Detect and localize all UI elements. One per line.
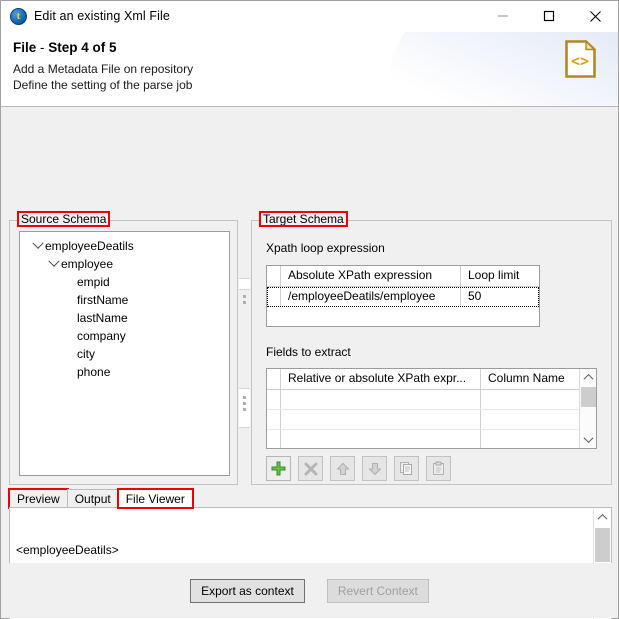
- target-schema-group: Target Schema Xpath loop expression Abso…: [251, 211, 612, 485]
- cell-loop-limit[interactable]: 50: [461, 287, 539, 307]
- dialog-window: t Edit an existing Xml File File - Step …: [0, 0, 619, 619]
- minimize-button[interactable]: [480, 1, 526, 31]
- xml-line: <employeeDeatils>: [16, 543, 119, 557]
- row-gutter: [267, 410, 281, 429]
- row-gutter: [267, 369, 281, 389]
- dialog-footer: Export as context Revert Context: [1, 563, 618, 618]
- target-schema-label: Target Schema: [259, 211, 348, 227]
- dialog-body: Source Schema employeeDeatils employee e…: [1, 107, 618, 619]
- tree-item[interactable]: firstName: [20, 291, 229, 309]
- row-gutter: [267, 266, 281, 286]
- scrollbar-thumb[interactable]: [595, 528, 610, 562]
- header-subtitle-line2: Define the setting of the parse job: [13, 77, 193, 92]
- cell-relative-xpath[interactable]: [281, 410, 481, 429]
- table-row[interactable]: [267, 390, 596, 410]
- tab-output[interactable]: Output: [66, 489, 119, 508]
- tree-item[interactable]: city: [20, 345, 229, 363]
- fields-to-extract-table[interactable]: Relative or absolute XPath expr... Colum…: [266, 368, 597, 449]
- expand-chevron-icon[interactable]: [46, 255, 61, 271]
- row-gutter: [267, 287, 281, 307]
- cell-relative-xpath[interactable]: [281, 390, 481, 409]
- fields-to-extract-label: Fields to extract: [266, 345, 351, 359]
- window-title: Edit an existing Xml File: [34, 9, 170, 23]
- tree-item-label: employee: [61, 257, 114, 271]
- page-title-object: File: [13, 40, 37, 55]
- export-as-context-button[interactable]: Export as context: [190, 578, 305, 603]
- move-down-button[interactable]: [362, 456, 387, 481]
- xpath-loop-expression-label: Xpath loop expression: [266, 241, 385, 255]
- scrollbar-thumb[interactable]: [581, 387, 596, 407]
- tree-item[interactable]: phone: [20, 363, 229, 381]
- tree-item[interactable]: employee: [20, 255, 229, 273]
- tree-item-label: lastName: [77, 311, 128, 325]
- expand-chevron-icon[interactable]: [30, 237, 45, 253]
- tab-strip: Preview Output File Viewer: [8, 488, 612, 509]
- source-schema-group: Source Schema employeeDeatils employee e…: [9, 211, 238, 485]
- remove-button[interactable]: [298, 456, 323, 481]
- revert-context-button[interactable]: Revert Context: [326, 578, 429, 603]
- tree-item-label: phone: [77, 365, 111, 379]
- table-header-row: Absolute XPath expression Loop limit: [267, 266, 539, 287]
- cell-relative-xpath[interactable]: [281, 430, 481, 448]
- tree-item[interactable]: employeeDeatils: [20, 237, 229, 255]
- add-button[interactable]: [266, 456, 291, 481]
- tree-item[interactable]: empid: [20, 273, 229, 291]
- table-row[interactable]: [267, 410, 596, 430]
- copy-button[interactable]: [394, 456, 419, 481]
- move-up-button[interactable]: [330, 456, 355, 481]
- scroll-up-icon[interactable]: [580, 369, 596, 386]
- scroll-up-icon[interactable]: [594, 509, 611, 526]
- talend-logo-icon: t: [10, 7, 27, 25]
- page-title: File - Step 4 of 5: [13, 40, 618, 55]
- tree-item[interactable]: lastName: [20, 309, 229, 327]
- column-header-absolute-xpath[interactable]: Absolute XPath expression: [281, 266, 461, 286]
- svg-text:<>: <>: [571, 52, 589, 70]
- wizard-header: File - Step 4 of 5 Add a Metadata File o…: [1, 32, 618, 107]
- panel-splitter[interactable]: [239, 220, 250, 485]
- tree-item-label: firstName: [77, 293, 129, 307]
- table-row[interactable]: /employeeDeatils/employee 50: [267, 287, 539, 307]
- tree-item-label: empid: [77, 275, 110, 289]
- xml-document-icon: <>: [565, 39, 597, 78]
- header-subtitle-line1: Add a Metadata File on repository: [13, 62, 194, 76]
- paste-button[interactable]: [426, 456, 451, 481]
- xpath-loop-table[interactable]: Absolute XPath expression Loop limit /em…: [266, 265, 540, 327]
- fields-table-scrollbar[interactable]: [579, 369, 596, 448]
- cell-absolute-xpath[interactable]: /employeeDeatils/employee: [281, 287, 461, 307]
- source-schema-tree[interactable]: employeeDeatils employee empid firstName…: [19, 231, 230, 476]
- tree-item-label: city: [77, 347, 95, 361]
- table-row[interactable]: [267, 430, 596, 448]
- column-header-relative-xpath[interactable]: Relative or absolute XPath expr...: [281, 369, 481, 389]
- tab-preview[interactable]: Preview: [8, 488, 69, 509]
- column-header-loop-limit[interactable]: Loop limit: [461, 266, 539, 286]
- close-button[interactable]: [572, 1, 618, 31]
- scroll-down-icon[interactable]: [580, 431, 596, 448]
- tree-item-label: company: [77, 329, 126, 343]
- table-header-row: Relative or absolute XPath expr... Colum…: [267, 369, 596, 390]
- page-title-separator: -: [36, 40, 49, 55]
- tab-file-viewer[interactable]: File Viewer: [116, 488, 194, 509]
- title-bar: t Edit an existing Xml File: [1, 1, 618, 32]
- page-title-step: Step 4 of 5: [48, 40, 117, 55]
- tree-item[interactable]: company: [20, 327, 229, 345]
- header-subtitle: Add a Metadata File on repository Define…: [13, 62, 618, 93]
- row-gutter: [267, 430, 281, 448]
- maximize-button[interactable]: [526, 1, 572, 31]
- row-gutter: [267, 390, 281, 409]
- fields-toolbar: [266, 456, 451, 481]
- tree-item-label: employeeDeatils: [45, 239, 134, 253]
- source-schema-label: Source Schema: [16, 211, 111, 227]
